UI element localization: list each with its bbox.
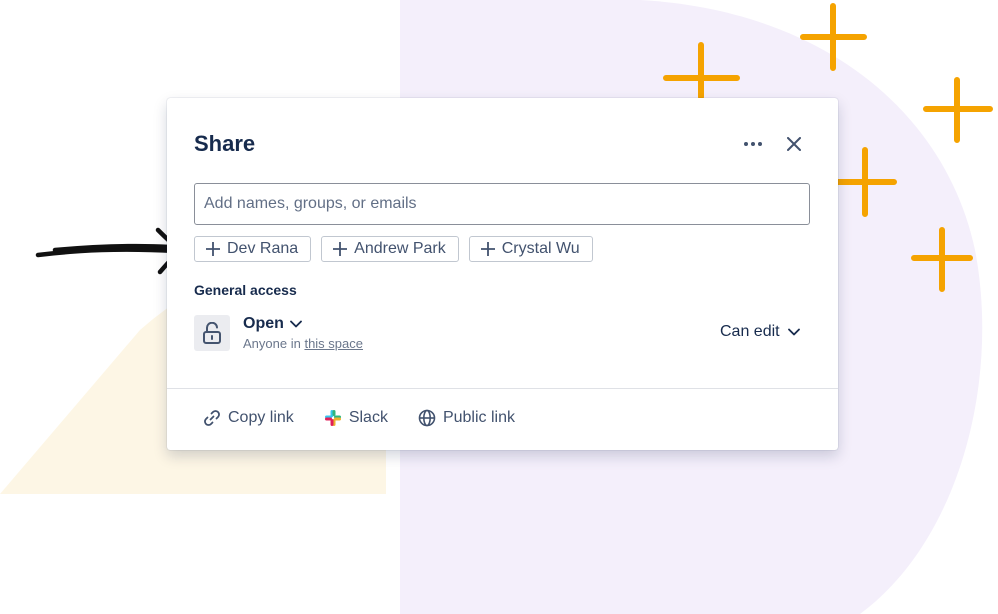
chip-label: Crystal Wu — [501, 240, 580, 257]
access-subtitle-prefix: Anyone in — [243, 336, 301, 351]
slack-icon — [324, 410, 341, 426]
footer-divider — [167, 388, 838, 389]
public-link-label: Public link — [442, 409, 515, 426]
arrow-doodle — [35, 227, 183, 275]
share-dialog: Share Dev Rana Andrew Park Crystal Wu Ge… — [167, 98, 838, 450]
link-icon — [204, 410, 220, 426]
plus-icon — [333, 242, 348, 256]
chip-label: Dev Rana — [227, 240, 299, 257]
chevron-down-icon — [289, 320, 302, 328]
access-subtitle: Anyone in this space — [243, 336, 363, 351]
globe-icon — [418, 409, 436, 427]
copy-link-label: Copy link — [228, 409, 294, 426]
suggestion-chip-dev-rana[interactable]: Dev Rana — [194, 236, 312, 262]
access-level-dropdown[interactable]: Open — [243, 315, 302, 333]
permission-label: Can edit — [720, 323, 780, 340]
space-link[interactable]: this space — [304, 336, 363, 351]
dialog-footer: Copy link Slack Public link — [203, 409, 515, 427]
suggestion-chip-crystal-wu[interactable]: Crystal Wu — [468, 236, 593, 262]
access-level-label: Open — [243, 315, 284, 332]
permission-dropdown[interactable]: Can edit — [720, 323, 800, 341]
general-access-heading: General access — [194, 282, 297, 298]
chevron-down-icon — [787, 328, 800, 336]
chip-label: Andrew Park — [354, 240, 446, 257]
close-button[interactable] — [780, 130, 808, 158]
more-horizontal-icon — [744, 142, 762, 146]
suggestion-chip-andrew-park[interactable]: Andrew Park — [321, 236, 459, 262]
unlock-icon — [203, 322, 221, 344]
more-options-button[interactable] — [739, 130, 767, 158]
dialog-title: Share — [194, 131, 256, 156]
add-people-input[interactable] — [194, 183, 810, 225]
public-link-button[interactable]: Public link — [418, 409, 515, 427]
close-icon — [787, 137, 801, 151]
slack-button[interactable]: Slack — [324, 409, 388, 427]
suggested-people: Dev Rana Andrew Park Crystal Wu — [194, 236, 593, 262]
copy-link-button[interactable]: Copy link — [203, 409, 294, 427]
access-icon-box — [194, 315, 230, 351]
slack-label: Slack — [348, 409, 388, 426]
plus-icon — [206, 242, 220, 256]
plus-icon — [480, 242, 495, 256]
